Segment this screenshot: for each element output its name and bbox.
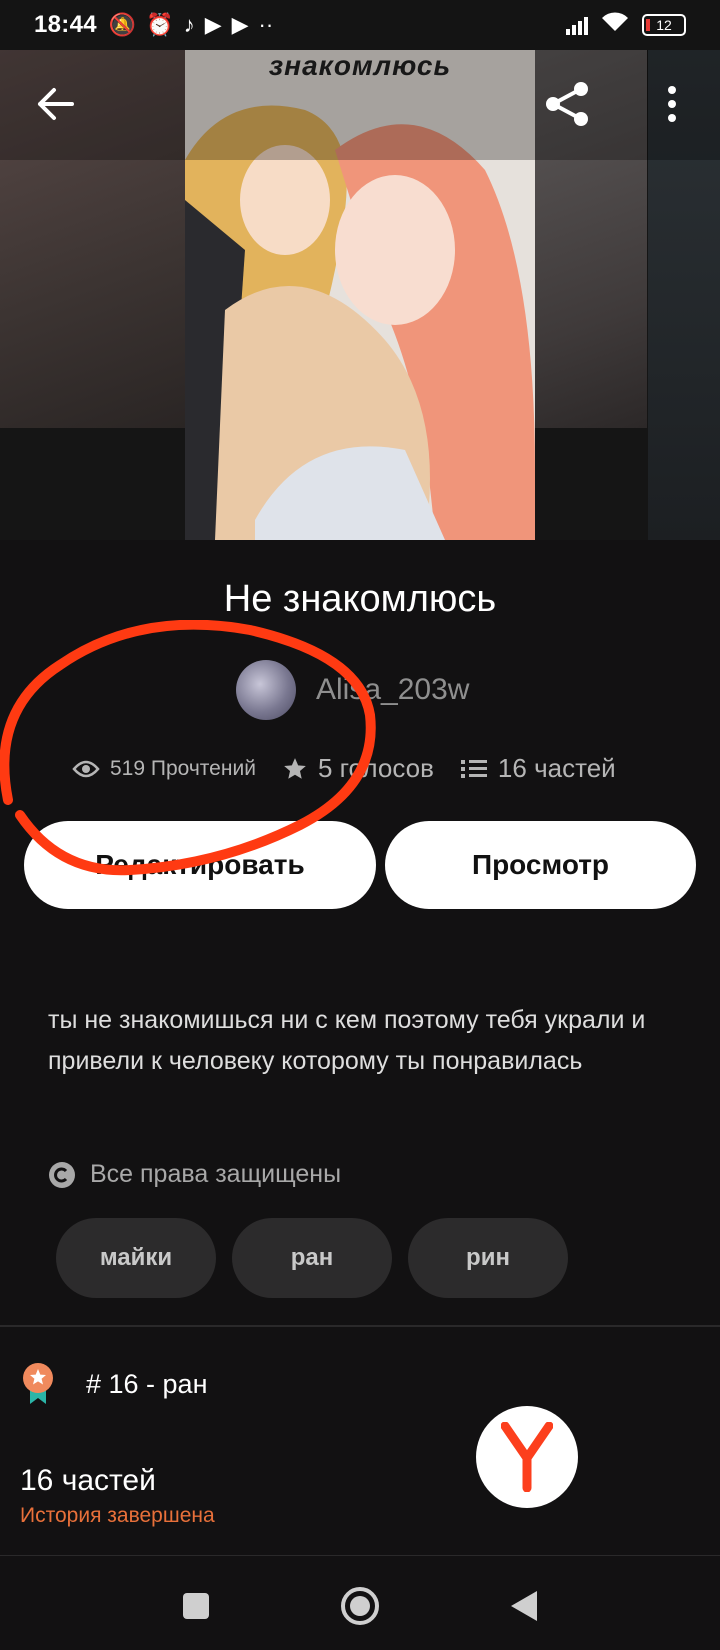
reads-count: 519 Прочтений (110, 756, 256, 780)
author-row[interactable]: Alisa_203w (236, 660, 469, 720)
share-button[interactable] (538, 76, 598, 132)
status-time: 18:44 (34, 11, 97, 38)
story-description: ты не знакомишься ни с кем поэтому тебя … (48, 1006, 646, 1075)
more-notifications-icon: ·· (258, 12, 274, 37)
tag-list: майки ран рин (56, 1218, 568, 1298)
divider (0, 1325, 720, 1327)
eye-icon (72, 760, 100, 777)
parts-count: 16 частей (497, 753, 616, 783)
youtube-icon-2: ▶ (231, 12, 249, 37)
copyright-row: Все права защищены (48, 1160, 341, 1189)
tiktok-icon: ♪ (183, 12, 195, 37)
tag-chip[interactable]: рин (408, 1218, 568, 1298)
story-title: Не знакомлюсь (223, 578, 497, 620)
star-icon (284, 757, 306, 779)
back-button[interactable] (26, 76, 86, 132)
back-arrow-icon (38, 88, 74, 120)
copyright-icon (49, 1161, 75, 1188)
tag-chip[interactable]: ран (232, 1218, 392, 1298)
nav-recent-button[interactable] (166, 1578, 226, 1634)
parts-info[interactable]: 16 частей История завершена (20, 1464, 215, 1528)
story-stats: 519 Прочтений 5 голосов 16 частей (72, 753, 616, 784)
nav-back-button[interactable] (494, 1578, 554, 1634)
award-ribbon-icon (23, 1363, 53, 1404)
status-bar: 18:44 🔕 ⏰ ♪ ▶ ▶ ·· 12 (0, 0, 720, 50)
nav-recent-icon (183, 1593, 209, 1619)
ranking-row[interactable]: # 16 - ран (20, 1362, 208, 1406)
ranking-text: # 16 - ран (86, 1368, 208, 1399)
signal-icon (566, 15, 588, 35)
top-bar (0, 50, 720, 160)
battery-level: 12 (656, 17, 672, 33)
nav-back-icon (511, 1591, 537, 1621)
battery-icon: 12 (642, 14, 686, 36)
reads-stat: 519 Прочтений (72, 757, 256, 781)
author-name[interactable]: Alisa_203w (316, 673, 469, 707)
more-options-button[interactable] (650, 76, 694, 132)
notification-icons: 🔕 ⏰ ♪ ▶ ▶ ·· (109, 12, 273, 38)
nav-home-icon (341, 1587, 379, 1625)
parts-info-count: 16 частей (20, 1464, 156, 1497)
edit-button[interactable]: Редактировать (24, 821, 376, 909)
nav-home-button[interactable] (330, 1578, 390, 1634)
more-vertical-icon (668, 86, 676, 122)
share-icon (546, 82, 588, 126)
mute-icon: 🔕 (108, 12, 137, 37)
list-icon (460, 759, 487, 778)
avatar[interactable] (236, 660, 296, 720)
youtube-icon: ▶ (204, 12, 222, 37)
system-nav-bar (0, 1556, 720, 1650)
view-button[interactable]: Просмотр (385, 821, 696, 909)
votes-stat: 5 голосов (282, 753, 434, 784)
tag-chip[interactable]: майки (56, 1218, 216, 1298)
copyright-text: Все права защищены (90, 1160, 342, 1188)
story-page: 18:44 🔕 ⏰ ♪ ▶ ▶ ·· 12 знакомлюсь Не знак… (0, 0, 720, 1650)
status-right: 12 (566, 11, 686, 40)
votes-count: 5 голосов (317, 753, 434, 783)
alarm-icon: ⏰ (146, 12, 174, 37)
wifi-icon (600, 11, 630, 40)
story-status: История завершена (20, 1504, 215, 1527)
yandex-button[interactable] (476, 1406, 578, 1508)
parts-stat: 16 частей (460, 753, 616, 784)
yandex-icon (501, 1422, 553, 1492)
